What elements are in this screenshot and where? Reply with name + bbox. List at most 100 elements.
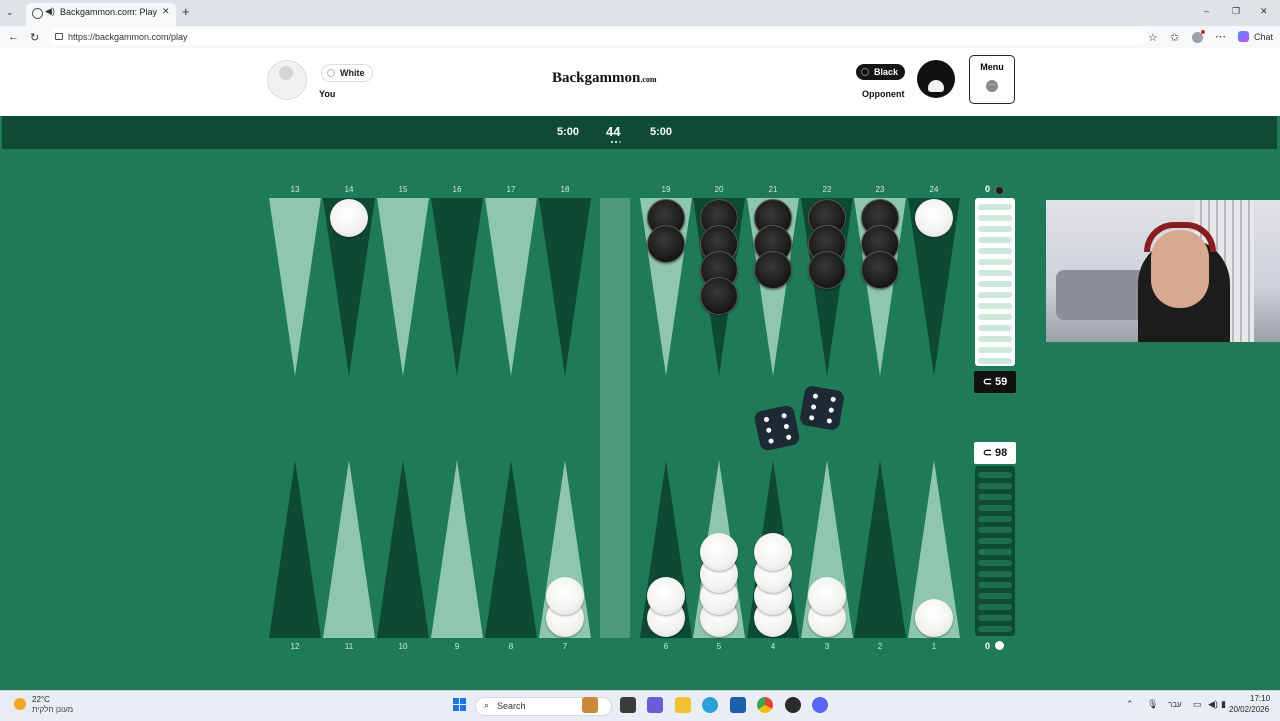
tray-slot (978, 604, 1012, 610)
app-icon[interactable] (785, 697, 801, 713)
white-checker[interactable] (808, 577, 846, 615)
white-checker[interactable] (330, 199, 368, 237)
white-checker[interactable] (915, 199, 953, 237)
point-number-4: 4 (770, 642, 776, 651)
point-number-1: 1 (931, 642, 937, 651)
point-number-6: 6 (663, 642, 669, 651)
tray-slot (978, 494, 1012, 500)
point-17[interactable] (485, 198, 537, 376)
windows-start-icon[interactable] (453, 698, 467, 712)
clock-date[interactable]: 20/02/2026 (1229, 705, 1269, 714)
point-number-8: 8 (508, 642, 514, 651)
point-16[interactable] (431, 198, 483, 376)
task-view-icon[interactable] (620, 697, 636, 713)
weather-icon[interactable] (14, 698, 26, 710)
point-number-11: 11 (344, 642, 354, 651)
point-9[interactable] (431, 460, 483, 638)
point-number-17: 17 (506, 185, 516, 194)
die-pip (812, 393, 819, 400)
black-checker[interactable] (700, 277, 738, 315)
tray-slot (978, 615, 1012, 621)
tray-slot (978, 516, 1012, 522)
opponent-pip-value: 59 (995, 376, 1008, 388)
point-10[interactable] (377, 460, 429, 638)
point-number-5: 5 (716, 642, 722, 651)
point-number-13: 13 (290, 185, 300, 194)
tray-slot (978, 226, 1012, 232)
point-number-14: 14 (344, 185, 354, 194)
die-pip (810, 404, 817, 410)
point-8[interactable] (485, 460, 537, 638)
point-number-12: 12 (290, 642, 300, 651)
white-checker[interactable] (915, 599, 953, 637)
microphone-icon[interactable]: 🎙 (1147, 699, 1158, 710)
black-checker[interactable] (754, 251, 792, 289)
tray-slot (978, 358, 1012, 364)
teams-icon[interactable] (647, 697, 663, 713)
point-12[interactable] (269, 460, 321, 638)
discord-icon[interactable] (812, 697, 828, 713)
point-number-20: 20 (714, 185, 724, 194)
point-number-9: 9 (454, 642, 460, 651)
store-icon[interactable] (730, 697, 746, 713)
edge-icon[interactable] (702, 697, 718, 713)
point-13[interactable] (269, 198, 321, 376)
tray-slot (978, 314, 1012, 320)
clock-time[interactable]: 17:10 (1250, 694, 1270, 703)
search-icon: ⌕ (484, 700, 490, 710)
tray-slot (978, 281, 1012, 287)
battery-icon[interactable]: ▮ (1221, 699, 1226, 710)
player-pip-count: ⊂ 98 (974, 442, 1016, 464)
point-18[interactable] (539, 198, 591, 376)
tray-slot (978, 259, 1012, 265)
point-2[interactable] (854, 460, 906, 638)
tray-slot (978, 483, 1012, 489)
opponent-borne-off-count: 0 (985, 184, 991, 194)
tray-slot (978, 237, 1012, 243)
die[interactable] (753, 404, 801, 452)
point-number-18: 18 (560, 185, 570, 194)
opponent-pip-count: ⊂ 59 (974, 371, 1016, 393)
point-number-22: 22 (822, 185, 832, 194)
point-number-2: 2 (877, 642, 883, 651)
volume-icon[interactable]: ◀) (1208, 699, 1218, 710)
white-checker[interactable] (700, 533, 738, 571)
point-11[interactable] (323, 460, 375, 638)
point-number-15: 15 (398, 185, 408, 194)
tray-expand-icon[interactable]: ⌃ (1126, 699, 1134, 710)
display-icon[interactable]: ▭ (1193, 699, 1202, 710)
white-checker[interactable] (647, 577, 685, 615)
pip-prefix-icon: ⊂ (982, 376, 992, 388)
die-pip (783, 423, 790, 430)
point-number-16: 16 (452, 185, 462, 194)
tray-slot (978, 303, 1012, 309)
point-number-10: 10 (398, 642, 408, 651)
pip-prefix-icon: ⊂ (982, 447, 992, 459)
tray-slot (978, 571, 1012, 577)
point-15[interactable] (377, 198, 429, 376)
black-checker[interactable] (861, 251, 899, 289)
white-checker[interactable] (546, 577, 584, 615)
point-number-21: 21 (768, 185, 778, 194)
black-checker[interactable] (808, 251, 846, 289)
tray-slot (978, 560, 1012, 566)
die[interactable] (798, 384, 846, 432)
tray-slot (978, 582, 1012, 588)
language-indicator[interactable]: עבר (1168, 700, 1182, 709)
file-explorer-icon[interactable] (675, 697, 691, 713)
tray-slot (978, 538, 1012, 544)
tray-slot (978, 270, 1012, 276)
black-checker-icon (995, 186, 1004, 195)
weather-temp[interactable]: 22°C (32, 695, 50, 704)
search-highlight-icon (582, 697, 598, 713)
tray-slot (978, 347, 1012, 353)
chrome-icon[interactable] (757, 697, 773, 713)
tray-slot (978, 527, 1012, 533)
black-checker[interactable] (647, 225, 685, 263)
tray-slot (978, 292, 1012, 298)
tray-slot (978, 325, 1012, 331)
tray-slot (978, 472, 1012, 478)
white-checker[interactable] (754, 533, 792, 571)
webcam-overlay (1046, 200, 1280, 342)
point-number-19: 19 (661, 185, 671, 194)
